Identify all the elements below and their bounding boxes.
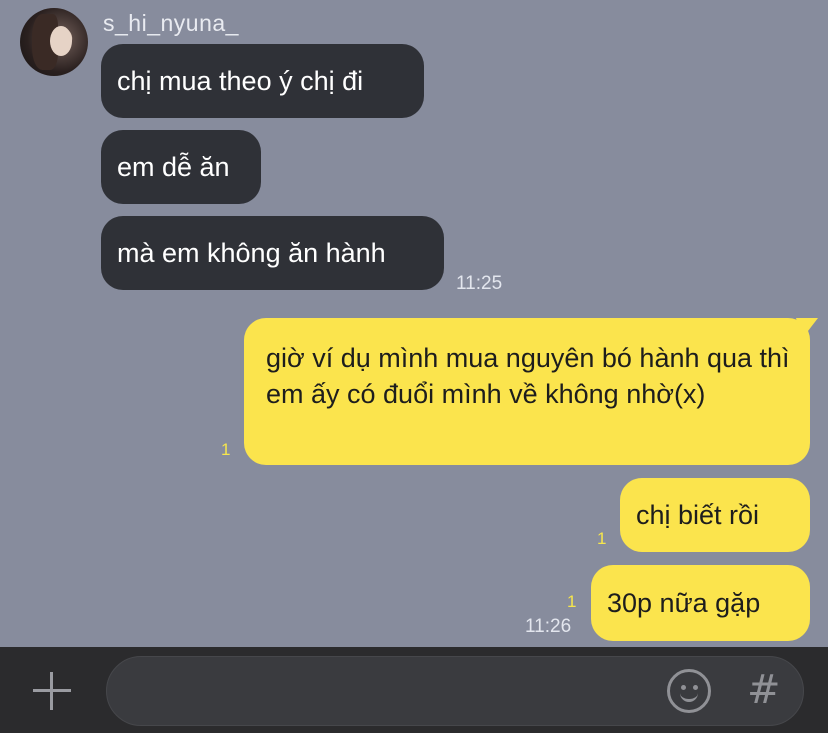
message-text: giờ ví dụ mình mua nguyên bó hành qua th…: [266, 343, 790, 409]
avatar-face: [50, 26, 72, 56]
hash-icon[interactable]: #: [747, 667, 781, 713]
bubble-tail: [796, 318, 818, 338]
incoming-message[interactable]: mà em không ăn hành: [101, 216, 444, 290]
message-text: chị mua theo ý chị đi: [117, 66, 364, 96]
outgoing-message[interactable]: chị biết rồi: [620, 478, 810, 552]
contact-name: s_hi_nyuna_: [103, 10, 239, 36]
incoming-message[interactable]: em dễ ăn: [101, 130, 261, 204]
composer-bar: #: [0, 647, 828, 733]
plus-icon[interactable]: [33, 672, 71, 710]
contact-avatar[interactable]: [20, 8, 88, 76]
message-timestamp: 11:26: [525, 616, 572, 637]
read-count: 1: [567, 592, 577, 611]
message-text: mà em không ăn hành: [117, 238, 386, 268]
emoji-icon[interactable]: [667, 669, 711, 713]
read-count: 1: [597, 529, 607, 548]
outgoing-message[interactable]: 30p nữa gặp: [591, 565, 810, 641]
chat-area: s_hi_nyuna_ chị mua theo ý chị đi em dễ …: [0, 0, 828, 647]
outgoing-message[interactable]: giờ ví dụ mình mua nguyên bó hành qua th…: [244, 318, 818, 465]
message-timestamp: 11:25: [456, 273, 503, 294]
message-text: chị biết rồi: [636, 500, 760, 530]
read-count: 1: [221, 440, 231, 459]
incoming-message[interactable]: chị mua theo ý chị đi: [101, 44, 424, 118]
message-text: em dễ ăn: [117, 152, 230, 182]
message-text: 30p nữa gặp: [607, 588, 761, 618]
emoji-mouth: [680, 687, 698, 702]
message-input-container[interactable]: #: [106, 656, 804, 726]
message-input[interactable]: [131, 675, 655, 709]
